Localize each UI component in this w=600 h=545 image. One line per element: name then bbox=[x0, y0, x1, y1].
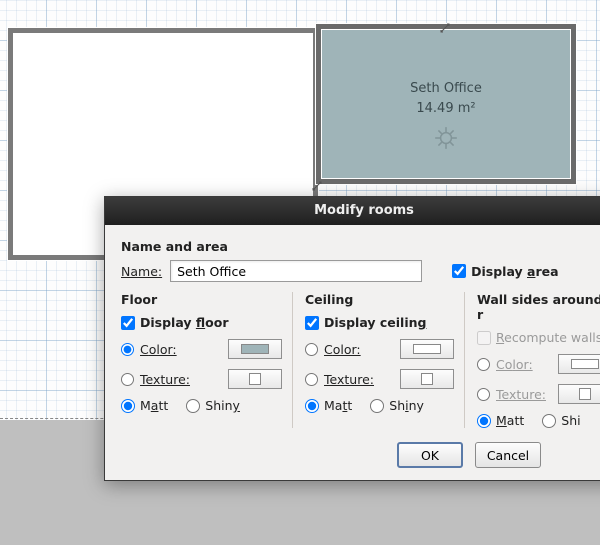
recompute-walls-check bbox=[477, 331, 491, 345]
name-label: Name: bbox=[121, 264, 162, 279]
display-area-check[interactable] bbox=[452, 264, 466, 278]
ceiling-color-swatch[interactable] bbox=[400, 339, 454, 359]
section-name-area: Name and area bbox=[121, 239, 600, 254]
walls-header: Wall sides around r bbox=[477, 292, 600, 322]
display-ceiling-check[interactable] bbox=[305, 316, 319, 330]
floor-column: Floor Display floor Color: Texture: bbox=[121, 292, 293, 428]
floor-texture-radio[interactable] bbox=[121, 373, 134, 386]
dimension-tick-icon bbox=[312, 176, 322, 186]
wall-shiny-label: Shi bbox=[561, 413, 580, 428]
floor-header: Floor bbox=[121, 292, 282, 307]
ceiling-color-radio[interactable] bbox=[305, 343, 318, 356]
ceiling-shiny-radio[interactable]: Shiny bbox=[370, 398, 424, 413]
display-ceiling-checkbox[interactable]: Display ceiling bbox=[305, 315, 454, 330]
display-floor-checkbox[interactable]: Display floor bbox=[121, 315, 282, 330]
wall-color-radio[interactable] bbox=[477, 358, 490, 371]
floor-texture-label: Texture: bbox=[140, 372, 190, 387]
ceiling-column: Ceiling Display ceiling Color: Texture: bbox=[293, 292, 465, 428]
dialog-titlebar[interactable]: Modify rooms bbox=[105, 197, 600, 225]
floor-color-label: Color: bbox=[140, 342, 177, 357]
display-floor-check[interactable] bbox=[121, 316, 135, 330]
ceiling-texture-label: Texture: bbox=[324, 372, 374, 387]
floor-shiny-label: Shiny bbox=[205, 398, 240, 413]
wall-texture-label: Texture: bbox=[496, 387, 546, 402]
ceiling-shiny-label: Shiny bbox=[389, 398, 424, 413]
cancel-button[interactable]: Cancel bbox=[475, 442, 541, 468]
wall-color-swatch[interactable] bbox=[558, 354, 600, 374]
wall-color-label: Color: bbox=[496, 357, 533, 372]
ok-button[interactable]: OK bbox=[397, 442, 463, 468]
room-name-label: Seth Office bbox=[321, 81, 571, 96]
ceiling-texture-swatch[interactable] bbox=[400, 369, 454, 389]
floor-matt-label: Matt bbox=[140, 398, 168, 413]
ceiling-matt-label: Matt bbox=[324, 398, 352, 413]
display-area-checkbox[interactable]: Display area bbox=[452, 264, 558, 279]
wall-matt-radio[interactable]: Matt bbox=[477, 413, 524, 428]
dialog-title: Modify rooms bbox=[314, 203, 414, 218]
walls-column: Wall sides around r Recompute walls Colo… bbox=[465, 292, 600, 428]
recompute-walls-label: Recompute walls bbox=[496, 330, 600, 345]
floor-color-radio[interactable] bbox=[121, 343, 134, 356]
floor-color-swatch[interactable] bbox=[228, 339, 282, 359]
ceiling-matt-radio[interactable]: Matt bbox=[305, 398, 352, 413]
room-area-label: 14.49 m² bbox=[321, 101, 571, 116]
room-seth-office[interactable]: Seth Office 14.49 m² bbox=[316, 24, 576, 184]
modify-rooms-dialog: Modify rooms Name and area Name: Display… bbox=[104, 196, 600, 481]
display-area-label: Display area bbox=[471, 264, 558, 279]
wall-texture-radio[interactable] bbox=[477, 388, 490, 401]
compass-icon bbox=[433, 125, 459, 151]
ceiling-header: Ceiling bbox=[305, 292, 454, 307]
floor-shiny-radio[interactable]: Shiny bbox=[186, 398, 240, 413]
display-ceiling-label: Display ceiling bbox=[324, 315, 426, 330]
wall-texture-swatch[interactable] bbox=[558, 384, 600, 404]
wall-shiny-radio[interactable]: Shi bbox=[542, 413, 580, 428]
floor-texture-swatch[interactable] bbox=[228, 369, 282, 389]
dimension-tick-icon bbox=[440, 18, 450, 28]
wall-matt-label: Matt bbox=[496, 413, 524, 428]
ceiling-texture-radio[interactable] bbox=[305, 373, 318, 386]
ceiling-color-label: Color: bbox=[324, 342, 361, 357]
floor-matt-radio[interactable]: Matt bbox=[121, 398, 168, 413]
room-name-input[interactable] bbox=[170, 260, 422, 282]
recompute-walls-checkbox: Recompute walls bbox=[477, 330, 600, 345]
display-floor-label: Display floor bbox=[140, 315, 229, 330]
